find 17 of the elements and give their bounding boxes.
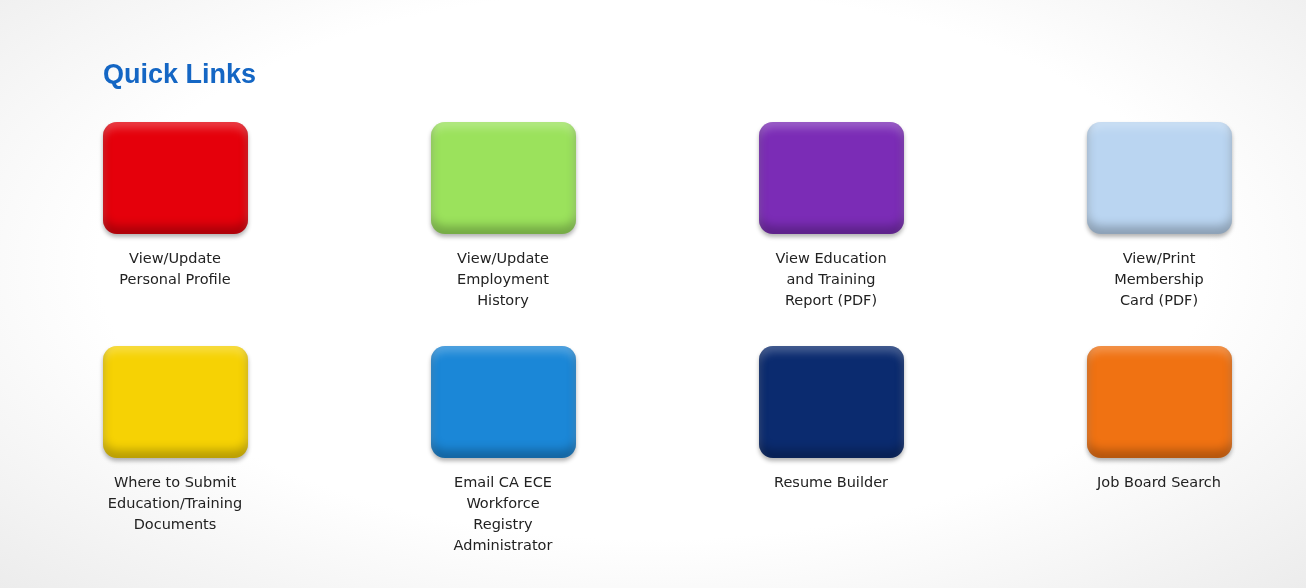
- tile-button[interactable]: [430, 346, 576, 458]
- tile-button[interactable]: [102, 346, 248, 458]
- tile-button[interactable]: [1086, 122, 1232, 234]
- tile-button[interactable]: [758, 346, 904, 458]
- link-label[interactable]: View/Update Personal Profile: [119, 248, 231, 290]
- tile-button[interactable]: [1086, 346, 1232, 458]
- link-label[interactable]: View Education and Training Report (PDF): [775, 248, 887, 311]
- tile-button[interactable]: [758, 122, 904, 234]
- section-title: Quick Links: [103, 58, 258, 91]
- link-label[interactable]: View/Print Membership Card (PDF): [1114, 248, 1204, 311]
- link-label[interactable]: Resume Builder: [774, 472, 888, 493]
- link-label[interactable]: Job Board Search: [1097, 472, 1221, 493]
- link-label[interactable]: View/Update Employment History: [457, 248, 549, 311]
- tile-button[interactable]: [430, 122, 576, 234]
- link-label[interactable]: Where to Submit Education/Training Documents: [107, 472, 243, 535]
- tile-button[interactable]: [102, 122, 248, 234]
- link-label[interactable]: Email CA ECE Workforce Registry Administrator: [453, 472, 553, 556]
